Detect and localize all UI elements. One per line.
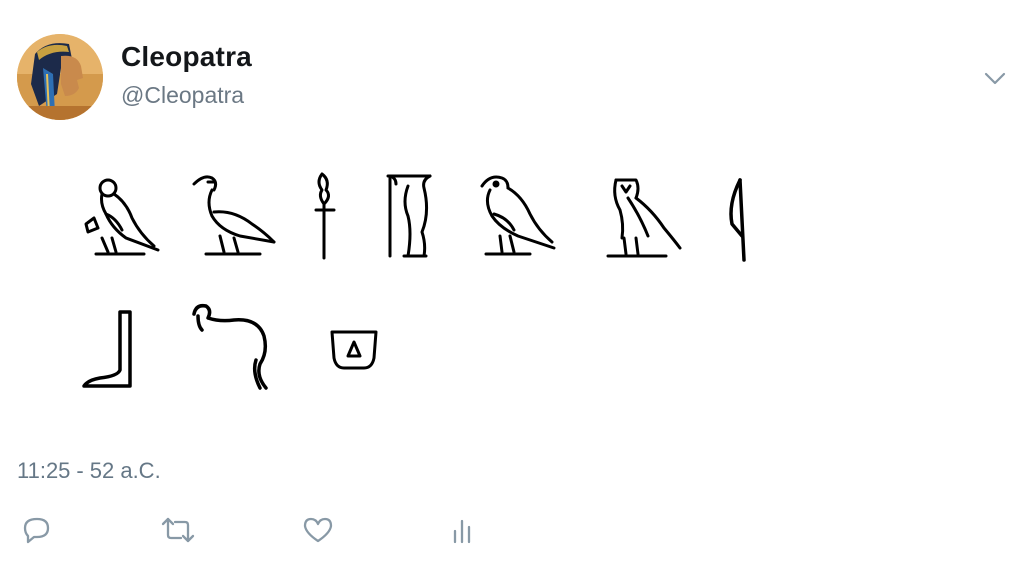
vulture-icon	[82, 178, 162, 258]
column-icon	[386, 172, 432, 262]
chevron-down-icon	[984, 72, 1006, 85]
reply-button[interactable]	[15, 508, 59, 552]
tweet-menu-button[interactable]	[980, 66, 1010, 92]
tweet-actions	[0, 508, 1024, 556]
display-name[interactable]: Cleopatra	[121, 41, 252, 73]
avatar[interactable]	[17, 34, 103, 120]
tweet-card: Cleopatra @Cleopatra 11:25 - 52 a.C.	[0, 0, 1024, 576]
ankh-reed-icon	[314, 172, 336, 262]
heart-icon	[303, 517, 333, 543]
timestamp-separator: -	[76, 458, 84, 483]
timestamp-date: 52 a.C.	[89, 458, 161, 483]
reply-icon	[23, 517, 50, 544]
retweet-button[interactable]	[156, 508, 200, 552]
duck-icon	[190, 172, 280, 258]
basket-icon	[328, 328, 380, 372]
owl-icon	[606, 176, 686, 260]
falcon-icon	[478, 172, 558, 258]
tweet-content	[70, 160, 790, 400]
tweet-timestamp[interactable]: 11:25 - 52 a.C.	[17, 458, 161, 484]
analytics-icon	[453, 519, 471, 544]
leg-icon	[82, 310, 134, 390]
retweet-icon	[161, 517, 195, 543]
like-button[interactable]	[296, 508, 340, 552]
cleopatra-portrait-icon	[17, 34, 103, 120]
reed-leaf-icon	[726, 178, 750, 262]
cobra-icon	[190, 302, 272, 392]
handle[interactable]: @Cleopatra	[121, 82, 244, 109]
analytics-button[interactable]	[440, 508, 484, 552]
timestamp-time: 11:25	[17, 458, 71, 483]
